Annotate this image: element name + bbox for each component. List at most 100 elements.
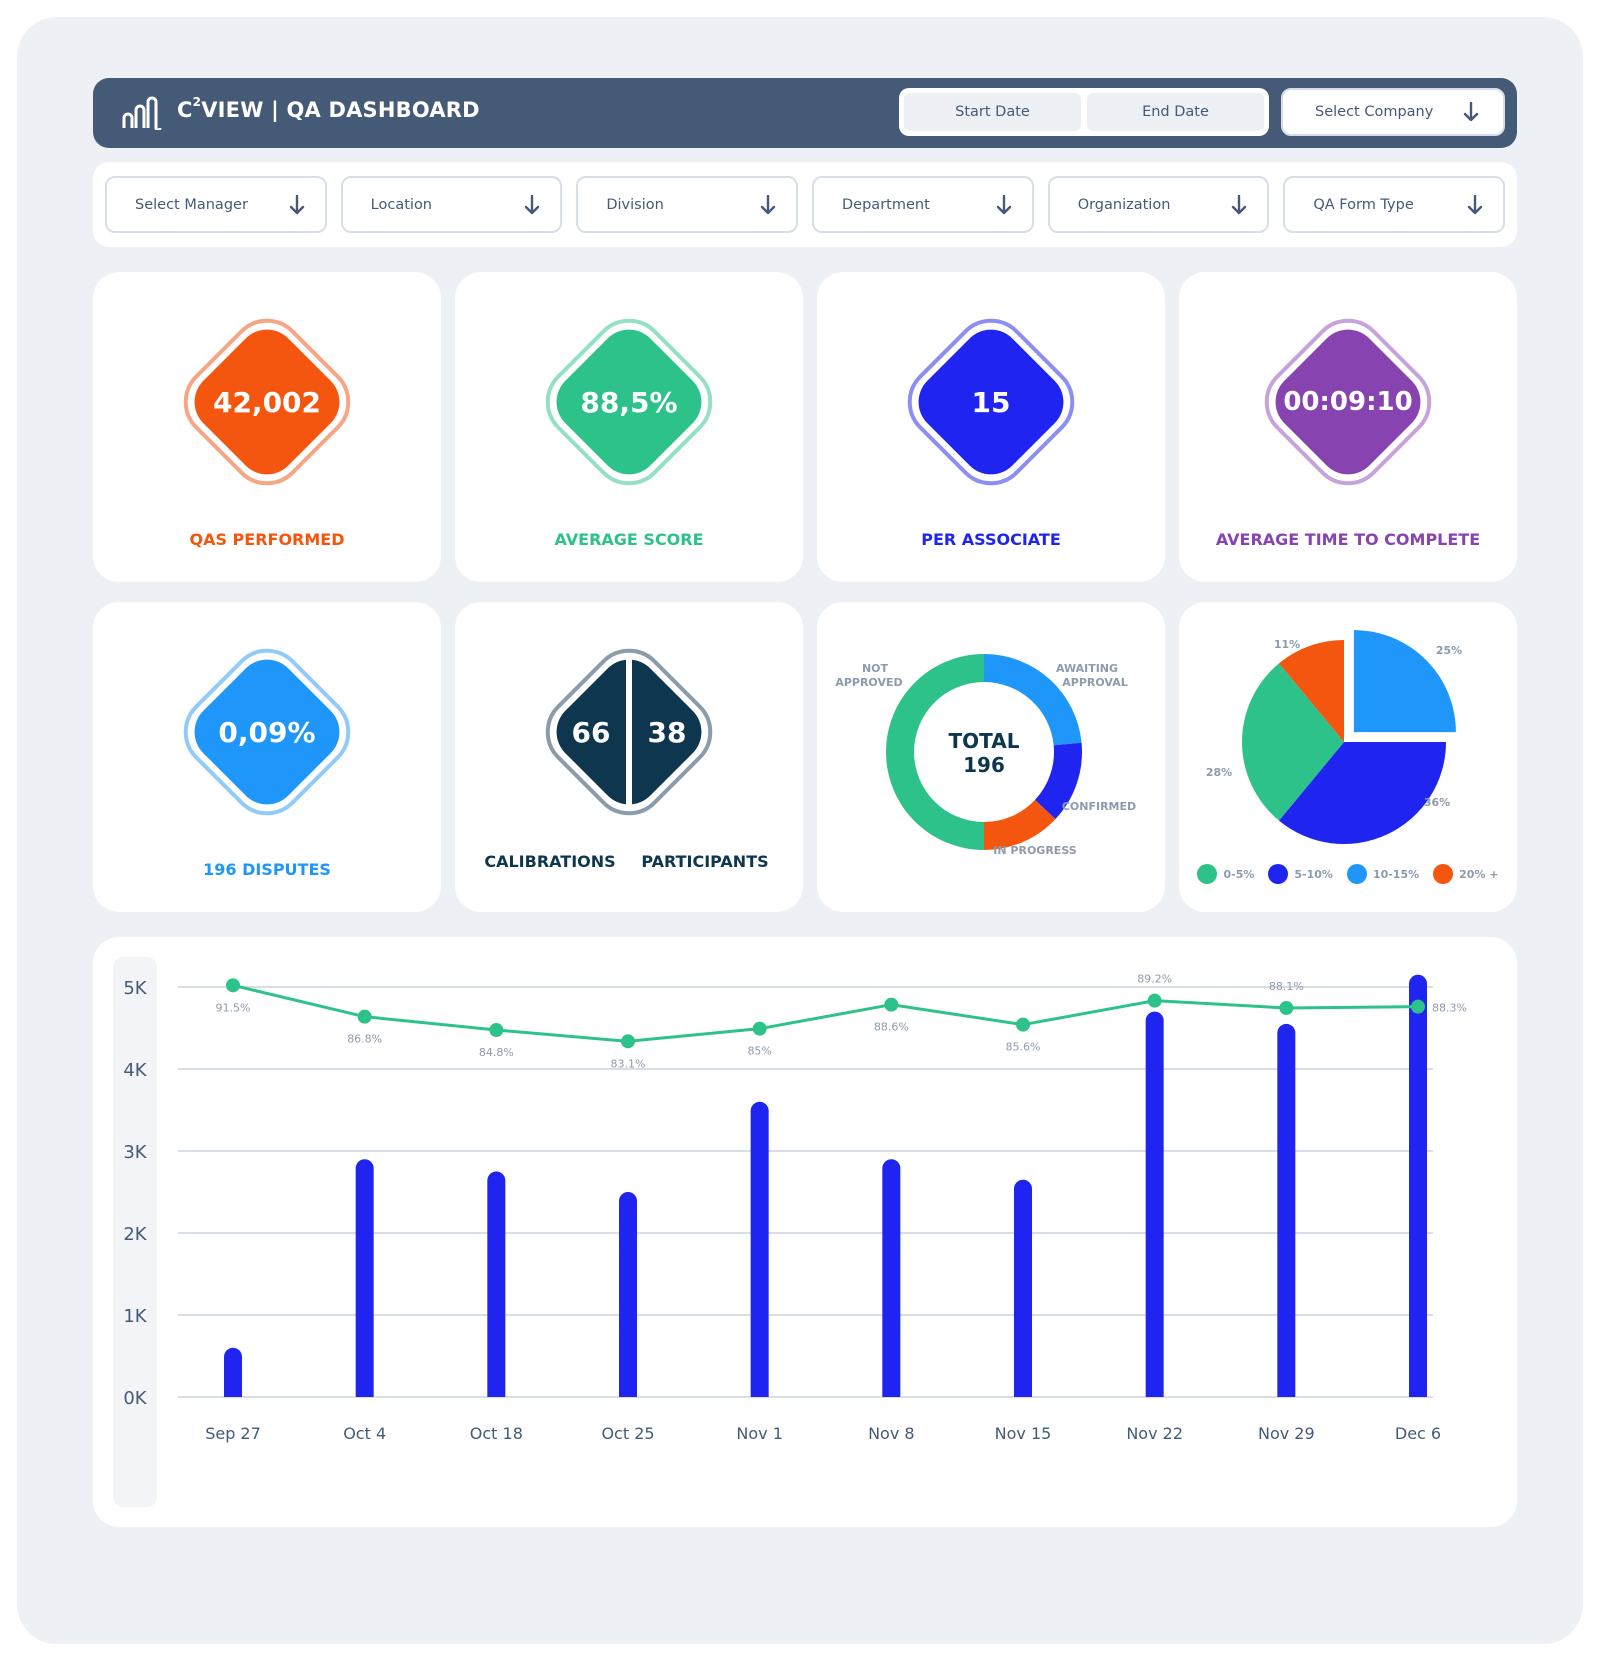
- legend-item: 20% +: [1433, 864, 1499, 884]
- qa-trend-chart: 0K 1K 2K 3K 4K 5K Sep 27 Oct 4 Oct 18 Oct 25 Nov 1…: [123, 973, 1467, 1443]
- arrow-down-icon: [289, 194, 304, 214]
- kpi-label: PER ASSOCIATE: [921, 530, 1061, 549]
- filter-label: Division: [606, 196, 664, 213]
- score-point: [1279, 1001, 1294, 1015]
- bar: [487, 1171, 506, 1397]
- select-company-dropdown[interactable]: Select Company: [1281, 88, 1505, 136]
- filter-dropdown-qa-form-type[interactable]: QA Form Type: [1283, 176, 1506, 233]
- participants-label: PARTICIPANTS: [641, 852, 769, 871]
- score-point: [752, 1021, 767, 1036]
- arrow-down-icon: [996, 194, 1011, 214]
- kpi-label: QAS PERFORMED: [189, 530, 345, 549]
- legend-swatch: [1197, 864, 1218, 884]
- kpi-label: AVERAGE TIME TO COMPLETE: [1215, 530, 1481, 549]
- donut-center-title: TOTAL: [949, 729, 1020, 753]
- calibrations-diamond: 66 38: [529, 632, 729, 832]
- bar: [1014, 1179, 1032, 1397]
- y-tick-label: 3K: [123, 1142, 147, 1163]
- score-label: 85.6%: [1006, 1041, 1041, 1054]
- x-tick-label: Oct 18: [470, 1424, 523, 1443]
- legend-label: 10-15%: [1372, 867, 1420, 881]
- score-point: [1411, 999, 1425, 1014]
- kpi-card-average-time: 00:09:10 AVERAGE TIME TO COMPLETE: [1179, 272, 1517, 582]
- calibrations-card: 66 38 CALIBRATIONS PARTICIPANTS: [455, 602, 803, 912]
- filter-label: Department: [842, 196, 930, 213]
- score-label: 84.8%: [479, 1046, 514, 1059]
- participants-value: 38: [647, 716, 687, 749]
- arrow-down-icon: [1232, 194, 1247, 214]
- start-date-button[interactable]: Start Date: [904, 93, 1081, 131]
- filter-dropdown-division[interactable]: Division: [576, 176, 799, 233]
- end-date-button[interactable]: End Date: [1087, 93, 1264, 131]
- kpi-card-average-score: 88,5% AVERAGE SCORE: [455, 272, 803, 582]
- kpi-value: 42,002: [212, 385, 322, 419]
- filter-dropdown-department[interactable]: Department: [812, 176, 1034, 233]
- kpi-value: 15: [971, 385, 1011, 419]
- score-label: 88.6%: [874, 1021, 909, 1034]
- brand-rest: VIEW | QA DASHBOARD: [201, 98, 480, 122]
- legend-swatch: [1268, 864, 1289, 884]
- pie-pct-label: 25%: [1436, 644, 1462, 657]
- arrow-down-icon: [525, 194, 540, 214]
- score-label: 83.1%: [611, 1057, 646, 1070]
- bar: [619, 1192, 637, 1397]
- y-tick-label: 0K: [123, 1388, 147, 1409]
- brand-sup: 2: [192, 95, 202, 109]
- header-bar: C2VIEW | QA DASHBOARD Start Date End Dat…: [93, 78, 1517, 148]
- legend-item: 5-10%: [1268, 864, 1333, 884]
- legend-label: 0-5%: [1223, 867, 1255, 881]
- score-point: [489, 1023, 504, 1037]
- kpi-label: 196 DISPUTES: [203, 860, 331, 879]
- kpi-value: 0,09%: [218, 715, 316, 749]
- legend-item: 0-5%: [1197, 864, 1254, 884]
- pie-legend: 0-5% 5-10% 10-15% 20% +: [1179, 864, 1517, 884]
- donut-center-value: 196: [963, 753, 1005, 777]
- y-tick-label: 2K: [123, 1224, 147, 1245]
- x-tick-label: Nov 22: [1126, 1424, 1183, 1443]
- kpi-value: 00:09:10: [1283, 387, 1413, 417]
- x-tick-label: Sep 27: [205, 1424, 261, 1443]
- donut-label: APPROVED: [835, 676, 902, 689]
- kpi-card-per-associate: 15 PER ASSOCIATE: [817, 272, 1165, 582]
- filter-dropdown-location[interactable]: Location: [340, 176, 563, 233]
- pie-pct-label: 28%: [1206, 766, 1232, 779]
- kpi-value: 88,5%: [580, 385, 678, 419]
- donut-label: CONFIRMED: [1062, 800, 1136, 813]
- calibrations-value: 66: [571, 716, 611, 749]
- arrow-down-icon: [760, 194, 776, 214]
- legend-swatch: [1433, 864, 1454, 884]
- kpi-diamond: 42,002: [167, 302, 367, 502]
- logo-icon: [122, 96, 162, 130]
- legend-label: 20% +: [1459, 867, 1499, 881]
- legend-label: 5-10%: [1294, 867, 1333, 881]
- calibrations-label: CALIBRATIONS: [484, 852, 616, 871]
- donut-label: IN PROGRESS: [993, 844, 1076, 857]
- y-tick-label: 1K: [123, 1306, 147, 1327]
- score-point: [226, 978, 240, 993]
- filter-bar: Select Manager Location Division Department…: [93, 162, 1517, 247]
- status-donut-card: AWAITING APPROVAL CONFIRMED IN PROGRESS NOT A…: [817, 602, 1165, 912]
- distribution-pie-card: 25% 36% 28% 11% 0-5% 5-10% 10-15% 20% +: [1179, 602, 1517, 912]
- date-range: Start Date End Date: [899, 88, 1269, 136]
- kpi-diamond: 15: [891, 302, 1091, 502]
- legend-item: 10-15%: [1346, 864, 1420, 884]
- x-tick-label: Oct 4: [343, 1424, 386, 1443]
- score-point: [884, 997, 899, 1012]
- x-tick-label: Nov 15: [995, 1424, 1052, 1443]
- donut-label: NOT: [862, 662, 889, 675]
- filter-label: QA Form Type: [1313, 196, 1414, 213]
- qa-trend-chart-card: 0K 1K 2K 3K 4K 5K Sep 27 Oct 4 Oct 18 Oct 25 Nov 1…: [93, 937, 1517, 1527]
- kpi-card-disputes: 0,09% 196 DISPUTES: [93, 602, 441, 912]
- filter-label: Select Manager: [135, 196, 248, 213]
- score-label: 88.1%: [1269, 980, 1304, 993]
- x-tick-label: Nov 8: [868, 1424, 915, 1443]
- bar: [224, 1347, 242, 1397]
- score-label: 91.5%: [216, 1001, 251, 1014]
- filter-dropdown-select-manager[interactable]: Select Manager: [105, 176, 327, 233]
- filter-dropdown-organization[interactable]: Organization: [1047, 176, 1270, 233]
- x-tick-label: Nov 29: [1258, 1424, 1315, 1443]
- x-tick-label: Oct 25: [601, 1424, 654, 1443]
- bar: [1277, 1023, 1296, 1397]
- score-point: [1147, 993, 1162, 1008]
- score-line: [232, 983, 1419, 1043]
